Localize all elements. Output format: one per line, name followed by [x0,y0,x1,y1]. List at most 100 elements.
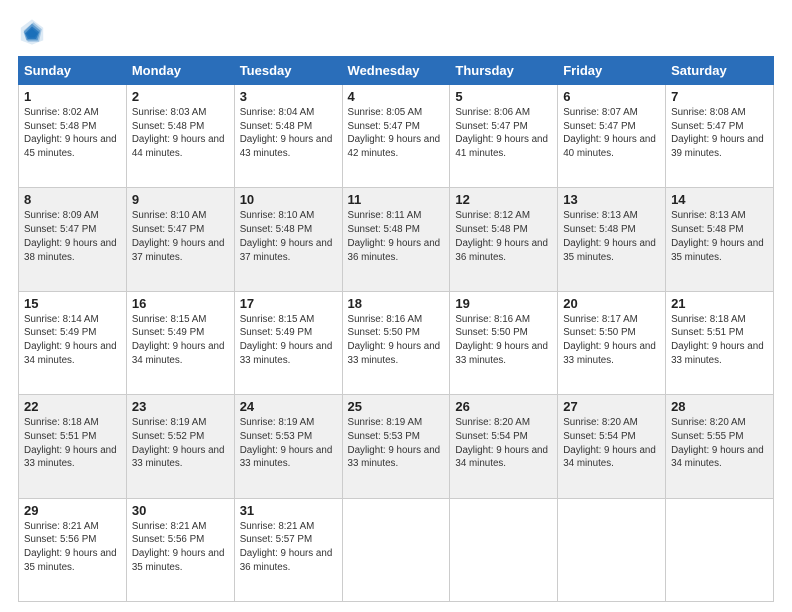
calendar-cell: 25 Sunrise: 8:19 AMSunset: 5:53 PMDayligh… [342,395,450,498]
day-info: Sunrise: 8:19 AMSunset: 5:52 PMDaylight:… [132,416,229,471]
day-info: Sunrise: 8:21 AMSunset: 5:56 PMDaylight:… [132,520,229,575]
weekday-friday: Friday [558,57,666,85]
calendar-week-1: 1 Sunrise: 8:02 AMSunset: 5:48 PMDaylight… [19,85,774,188]
calendar-cell: 8 Sunrise: 8:09 AMSunset: 5:47 PMDaylight… [19,188,127,291]
day-number: 25 [348,399,445,414]
calendar-cell: 19 Sunrise: 8:16 AMSunset: 5:50 PMDayligh… [450,291,558,394]
calendar-cell: 26 Sunrise: 8:20 AMSunset: 5:54 PMDayligh… [450,395,558,498]
day-number: 13 [563,192,660,207]
day-number: 14 [671,192,768,207]
day-info: Sunrise: 8:03 AMSunset: 5:48 PMDaylight:… [132,106,229,161]
day-info: Sunrise: 8:06 AMSunset: 5:47 PMDaylight:… [455,106,552,161]
day-number: 24 [240,399,337,414]
calendar-cell: 30Sunrise: 8:21 AMSunset: 5:56 PMDayligh… [126,498,234,601]
day-info: Sunrise: 8:13 AMSunset: 5:48 PMDaylight:… [563,209,660,264]
day-info: Sunrise: 8:10 AMSunset: 5:47 PMDaylight:… [132,209,229,264]
logo-icon [18,18,46,46]
calendar-week-5: 29Sunrise: 8:21 AMSunset: 5:56 PMDayligh… [19,498,774,601]
day-number: 9 [132,192,229,207]
calendar-cell: 6 Sunrise: 8:07 AMSunset: 5:47 PMDaylight… [558,85,666,188]
calendar-cell: 21Sunrise: 8:18 AMSunset: 5:51 PMDayligh… [666,291,774,394]
calendar-cell: 11 Sunrise: 8:11 AMSunset: 5:48 PMDayligh… [342,188,450,291]
day-info: Sunrise: 8:21 AMSunset: 5:57 PMDaylight:… [240,520,337,575]
day-info: Sunrise: 8:15 AMSunset: 5:49 PMDaylight:… [132,313,229,368]
calendar-cell: 9 Sunrise: 8:10 AMSunset: 5:47 PMDaylight… [126,188,234,291]
day-number: 10 [240,192,337,207]
calendar-cell: 14 Sunrise: 8:13 AMSunset: 5:48 PMDayligh… [666,188,774,291]
day-info: Sunrise: 8:20 AMSunset: 5:54 PMDaylight:… [455,416,552,471]
calendar-cell [558,498,666,601]
calendar-cell: 18 Sunrise: 8:16 AMSunset: 5:50 PMDayligh… [342,291,450,394]
calendar-cell: 31 Sunrise: 8:21 AMSunset: 5:57 PMDayligh… [234,498,342,601]
calendar-cell [342,498,450,601]
calendar-cell: 4Sunrise: 8:05 AMSunset: 5:47 PMDaylight… [342,85,450,188]
day-info: Sunrise: 8:09 AMSunset: 5:47 PMDaylight:… [24,209,121,264]
day-number: 11 [348,192,445,207]
weekday-wednesday: Wednesday [342,57,450,85]
day-number: 5 [455,89,552,104]
day-number: 19 [455,296,552,311]
day-number: 4 [348,89,445,104]
day-number: 31 [240,503,337,518]
calendar-cell: 15Sunrise: 8:14 AMSunset: 5:49 PMDayligh… [19,291,127,394]
day-info: Sunrise: 8:13 AMSunset: 5:48 PMDaylight:… [671,209,768,264]
page: SundayMondayTuesdayWednesdayThursdayFrid… [0,0,792,612]
day-number: 8 [24,192,121,207]
calendar-cell: 10 Sunrise: 8:10 AMSunset: 5:48 PMDayligh… [234,188,342,291]
calendar-cell: 22 Sunrise: 8:18 AMSunset: 5:51 PMDayligh… [19,395,127,498]
calendar-cell: 1 Sunrise: 8:02 AMSunset: 5:48 PMDaylight… [19,85,127,188]
day-info: Sunrise: 8:02 AMSunset: 5:48 PMDaylight:… [24,106,121,161]
day-number: 23 [132,399,229,414]
day-info: Sunrise: 8:04 AMSunset: 5:48 PMDaylight:… [240,106,337,161]
calendar-cell [666,498,774,601]
day-number: 2 [132,89,229,104]
calendar-cell: 20 Sunrise: 8:17 AMSunset: 5:50 PMDayligh… [558,291,666,394]
day-number: 1 [24,89,121,104]
day-number: 7 [671,89,768,104]
day-number: 26 [455,399,552,414]
day-number: 27 [563,399,660,414]
calendar-cell: 17Sunrise: 8:15 AMSunset: 5:49 PMDayligh… [234,291,342,394]
calendar-cell: 23 Sunrise: 8:19 AMSunset: 5:52 PMDayligh… [126,395,234,498]
day-info: Sunrise: 8:21 AMSunset: 5:56 PMDaylight:… [24,520,121,575]
day-info: Sunrise: 8:18 AMSunset: 5:51 PMDaylight:… [24,416,121,471]
weekday-thursday: Thursday [450,57,558,85]
logo [18,18,50,46]
day-number: 12 [455,192,552,207]
day-number: 22 [24,399,121,414]
day-number: 17 [240,296,337,311]
calendar-cell: 3Sunrise: 8:04 AMSunset: 5:48 PMDaylight… [234,85,342,188]
day-info: Sunrise: 8:14 AMSunset: 5:49 PMDaylight:… [24,313,121,368]
day-number: 20 [563,296,660,311]
day-number: 6 [563,89,660,104]
day-info: Sunrise: 8:08 AMSunset: 5:47 PMDaylight:… [671,106,768,161]
day-info: Sunrise: 8:20 AMSunset: 5:54 PMDaylight:… [563,416,660,471]
day-number: 21 [671,296,768,311]
calendar-cell: 7 Sunrise: 8:08 AMSunset: 5:47 PMDaylight… [666,85,774,188]
calendar-week-2: 8 Sunrise: 8:09 AMSunset: 5:47 PMDaylight… [19,188,774,291]
weekday-header-row: SundayMondayTuesdayWednesdayThursdayFrid… [19,57,774,85]
calendar-cell: 24 Sunrise: 8:19 AMSunset: 5:53 PMDayligh… [234,395,342,498]
calendar-cell: 27 Sunrise: 8:20 AMSunset: 5:54 PMDayligh… [558,395,666,498]
calendar-cell: 29Sunrise: 8:21 AMSunset: 5:56 PMDayligh… [19,498,127,601]
day-info: Sunrise: 8:12 AMSunset: 5:48 PMDaylight:… [455,209,552,264]
calendar-cell [450,498,558,601]
calendar-cell: 13 Sunrise: 8:13 AMSunset: 5:48 PMDayligh… [558,188,666,291]
day-number: 18 [348,296,445,311]
calendar-table: SundayMondayTuesdayWednesdayThursdayFrid… [18,56,774,602]
calendar-body: 1 Sunrise: 8:02 AMSunset: 5:48 PMDaylight… [19,85,774,602]
day-info: Sunrise: 8:16 AMSunset: 5:50 PMDaylight:… [348,313,445,368]
day-info: Sunrise: 8:07 AMSunset: 5:47 PMDaylight:… [563,106,660,161]
day-info: Sunrise: 8:20 AMSunset: 5:55 PMDaylight:… [671,416,768,471]
day-number: 16 [132,296,229,311]
day-number: 28 [671,399,768,414]
calendar-week-3: 15Sunrise: 8:14 AMSunset: 5:49 PMDayligh… [19,291,774,394]
day-info: Sunrise: 8:17 AMSunset: 5:50 PMDaylight:… [563,313,660,368]
day-info: Sunrise: 8:11 AMSunset: 5:48 PMDaylight:… [348,209,445,264]
weekday-monday: Monday [126,57,234,85]
calendar-cell: 2 Sunrise: 8:03 AMSunset: 5:48 PMDaylight… [126,85,234,188]
day-info: Sunrise: 8:19 AMSunset: 5:53 PMDaylight:… [240,416,337,471]
day-info: Sunrise: 8:16 AMSunset: 5:50 PMDaylight:… [455,313,552,368]
day-info: Sunrise: 8:19 AMSunset: 5:53 PMDaylight:… [348,416,445,471]
day-info: Sunrise: 8:10 AMSunset: 5:48 PMDaylight:… [240,209,337,264]
